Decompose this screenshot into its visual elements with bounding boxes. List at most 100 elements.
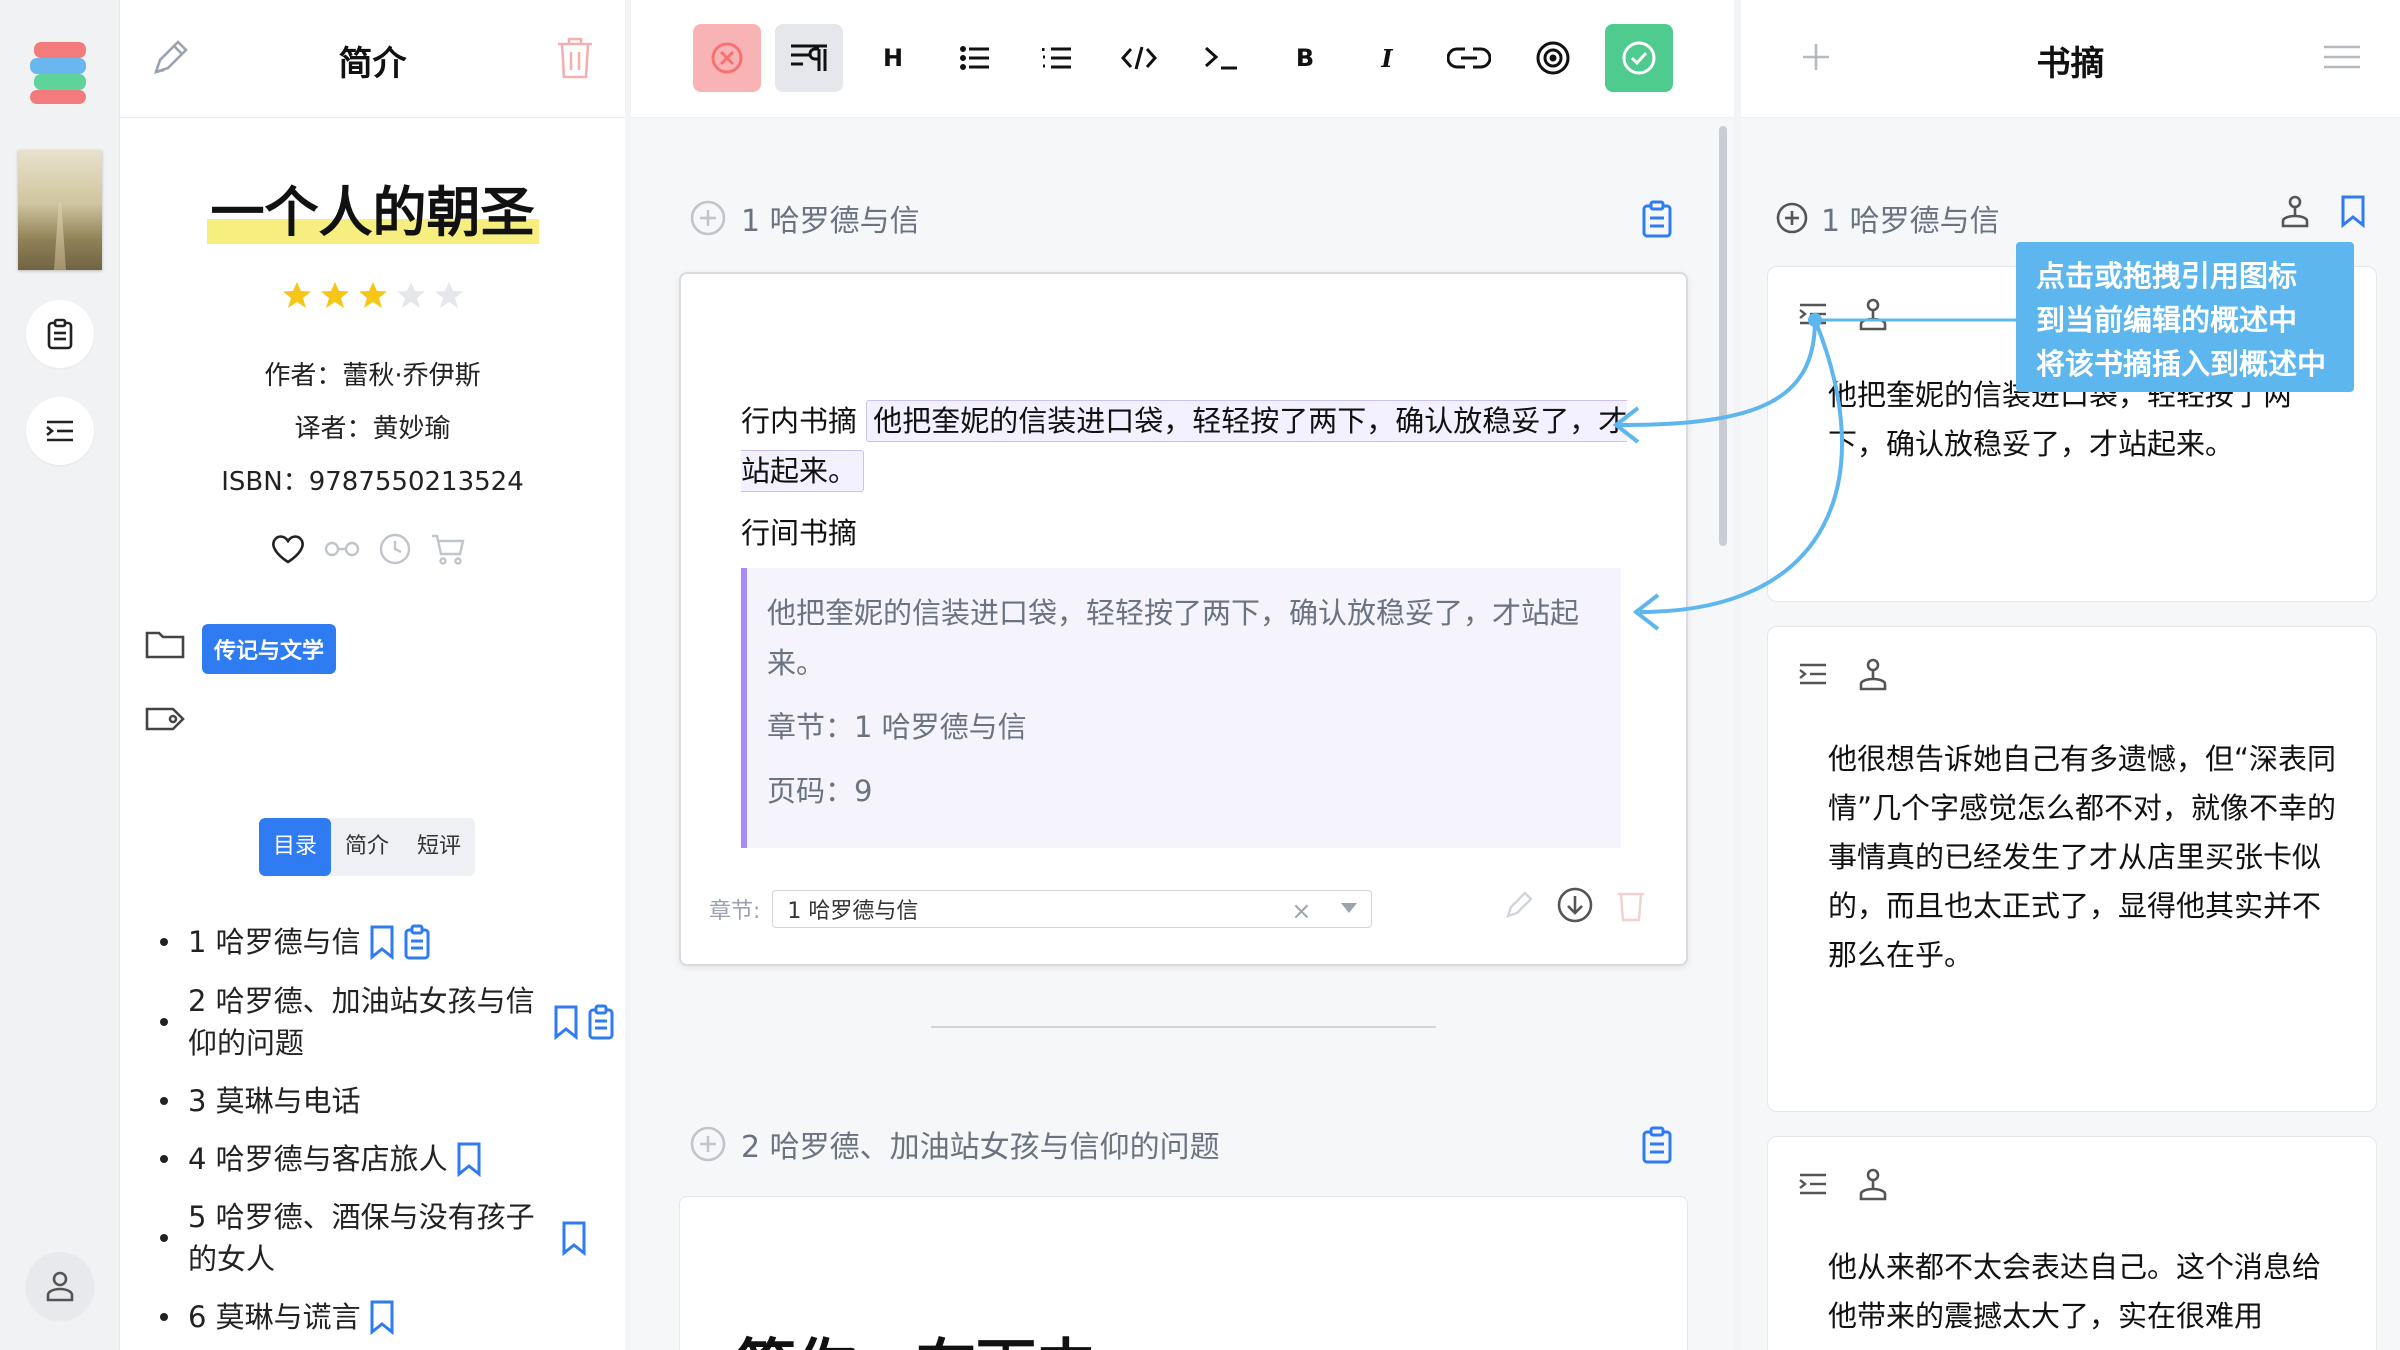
summary-card[interactable]: 等你，在雨中 bbox=[679, 1196, 1688, 1350]
clipboard-icon[interactable] bbox=[1641, 1126, 1673, 1164]
chapter-row: 章节: 1 哈罗德与信 × bbox=[709, 890, 1373, 928]
code-icon bbox=[1121, 45, 1157, 71]
chapter-select[interactable]: 1 哈罗德与信 × bbox=[772, 890, 1373, 928]
user-profile-button[interactable] bbox=[26, 1252, 94, 1320]
quick-actions bbox=[270, 532, 466, 566]
pencil-icon[interactable] bbox=[1504, 890, 1534, 920]
trash-icon[interactable] bbox=[1616, 888, 1646, 922]
editor-toolbar: H B I bbox=[631, 0, 1734, 118]
bookmark-icon[interactable] bbox=[561, 1220, 587, 1256]
excerpt-text: 他很想告诉她自己有多遗憾，但“深表同情”几个字感觉怎么都不对，就像不幸的事情真的… bbox=[1828, 742, 2337, 972]
menu-icon[interactable] bbox=[2324, 44, 2360, 70]
bookmark-icon[interactable] bbox=[553, 1004, 579, 1040]
quote-icon bbox=[45, 419, 75, 443]
star-icon[interactable] bbox=[434, 280, 464, 310]
rating-stars[interactable] bbox=[282, 280, 464, 310]
italic-button[interactable]: I bbox=[1353, 24, 1421, 92]
bold-button[interactable]: B bbox=[1271, 24, 1339, 92]
editor-scrollbar[interactable] bbox=[1719, 126, 1727, 546]
toc-item[interactable]: 3 莫琳与电话 bbox=[155, 1080, 615, 1122]
target-button[interactable] bbox=[1519, 24, 1587, 92]
star-icon[interactable] bbox=[320, 280, 350, 310]
excerpts-title: 书摘 bbox=[2036, 44, 2105, 84]
category-badge[interactable]: 传记与文学 bbox=[202, 624, 337, 674]
section-header: 1 哈罗德与信 bbox=[689, 196, 920, 240]
inline-excerpt-paragraph[interactable]: 行内书摘 他把奎妮的信装进口袋，轻轻按了两下，确认放稳妥了，才站起来。 bbox=[741, 396, 1641, 496]
clipboard-icon[interactable] bbox=[587, 1004, 615, 1040]
excerpt-card[interactable]: 他从来都不太会表达自己。这个消息给他带来的震撼太大了，实在很难用 bbox=[1767, 1136, 2377, 1350]
table-of-contents: 1 哈罗德与信 2 哈罗德、加油站女孩与信仰的问题 3 莫琳与电话 4 哈罗德与… bbox=[155, 920, 615, 1350]
toc-item[interactable]: 4 哈罗德与客店旅人 bbox=[155, 1138, 615, 1180]
confirm-button[interactable] bbox=[1605, 24, 1673, 92]
quote-icon[interactable] bbox=[1798, 302, 1828, 326]
excerpts-nav-button[interactable] bbox=[26, 300, 94, 368]
intro-tabs: 目录 简介 短评 bbox=[259, 818, 476, 876]
code-button[interactable] bbox=[1105, 24, 1173, 92]
bookmark-icon[interactable] bbox=[369, 1299, 395, 1335]
block-excerpt[interactable]: 他把奎妮的信装进口袋，轻轻按了两下，确认放稳妥了，才站起来。 章节：1 哈罗德与… bbox=[741, 568, 1621, 848]
intro-header: 简介 bbox=[120, 0, 625, 118]
anchor-icon[interactable] bbox=[1858, 657, 1888, 691]
toc-item[interactable]: 5 哈罗德、酒保与没有孩子的女人 bbox=[155, 1196, 615, 1280]
section-header: 2 哈罗德、加油站女孩与信仰的问题 bbox=[689, 1122, 1220, 1166]
bullet-list-button[interactable] bbox=[941, 24, 1009, 92]
anchor-icon[interactable] bbox=[2280, 194, 2310, 228]
ordered-list-button[interactable] bbox=[1023, 24, 1091, 92]
bookmark-icon[interactable] bbox=[2340, 194, 2366, 228]
anchor-icon[interactable] bbox=[1858, 297, 1888, 331]
section-divider bbox=[931, 1026, 1436, 1028]
outline-nav-button[interactable] bbox=[26, 397, 94, 465]
app-logo-icon[interactable] bbox=[30, 40, 90, 106]
intro-title: 简介 bbox=[338, 44, 407, 84]
anchor-icon[interactable] bbox=[1858, 1167, 1888, 1201]
summary-editor: H B I 1 哈罗德与信 行内书摘 他把奎妮的信装进口袋，轻轻按了两下，确认放… bbox=[631, 0, 1734, 1350]
glasses-icon[interactable] bbox=[324, 539, 360, 559]
clipboard-icon bbox=[46, 318, 74, 350]
tab-reviews[interactable]: 短评 bbox=[403, 818, 475, 876]
bullet-list-icon bbox=[960, 46, 990, 70]
toc-item[interactable]: 6 莫琳与谎言 bbox=[155, 1296, 615, 1338]
summary-heading: 等你，在雨中 bbox=[736, 1319, 1096, 1350]
drag-hint-tooltip: 点击或拖拽引用图标 到当前编辑的概述中 将该书摘插入到概述中 bbox=[2016, 242, 2354, 392]
block-excerpt-label: 行间书摘 bbox=[741, 516, 858, 550]
summary-edit-card[interactable]: 行内书摘 他把奎妮的信装进口袋，轻轻按了两下，确认放稳妥了，才站起来。 行间书摘… bbox=[679, 272, 1688, 966]
tab-toc[interactable]: 目录 bbox=[259, 818, 332, 876]
plus-circle-icon[interactable] bbox=[1775, 201, 1809, 235]
heart-icon[interactable] bbox=[270, 533, 306, 565]
terminal-button[interactable] bbox=[1187, 24, 1255, 92]
trash-icon[interactable] bbox=[555, 36, 595, 80]
toc-item[interactable]: 1 哈罗德与信 bbox=[155, 920, 615, 964]
book-author: 作者：蕾秋·乔伊斯 bbox=[264, 361, 481, 391]
bookmark-icon[interactable] bbox=[456, 1141, 482, 1177]
chevron-down-icon[interactable] bbox=[1341, 903, 1358, 913]
cart-icon[interactable] bbox=[430, 532, 466, 566]
plus-circle-icon[interactable] bbox=[689, 199, 727, 237]
card-actions bbox=[1504, 886, 1646, 924]
book-title: 一个人的朝圣 bbox=[120, 168, 625, 247]
link-button[interactable] bbox=[1435, 24, 1503, 92]
toc-item[interactable]: 2 哈罗德、加油站女孩与信仰的问题 bbox=[155, 980, 615, 1064]
inline-excerpt[interactable]: 他把奎妮的信装进口袋，轻轻按了两下，确认放稳妥了，才站起来。 bbox=[741, 400, 1628, 492]
tag-icon[interactable] bbox=[143, 705, 187, 733]
plus-circle-icon[interactable] bbox=[689, 1125, 727, 1163]
clock-icon[interactable] bbox=[378, 532, 412, 566]
clipboard-icon[interactable] bbox=[1641, 200, 1673, 238]
heading-button[interactable]: H bbox=[859, 24, 927, 92]
paragraph-button[interactable] bbox=[775, 24, 843, 92]
book-cover-thumbnail[interactable] bbox=[18, 150, 102, 270]
tab-summary[interactable]: 简介 bbox=[331, 818, 403, 876]
quote-icon[interactable] bbox=[1798, 1172, 1828, 1196]
bookmark-icon[interactable] bbox=[369, 924, 395, 960]
book-intro-panel: 简介 一个人的朝圣 作者：蕾秋·乔伊斯 译者：黄妙瑜 ISBN：97875502… bbox=[120, 0, 625, 1350]
clipboard-icon[interactable] bbox=[403, 924, 431, 960]
star-icon[interactable] bbox=[358, 280, 388, 310]
folder-icon[interactable] bbox=[145, 628, 185, 660]
clear-icon[interactable]: × bbox=[1291, 897, 1311, 925]
download-icon[interactable] bbox=[1556, 886, 1594, 924]
cancel-button[interactable] bbox=[693, 24, 761, 92]
excerpts-section-header: 1 哈罗德与信 bbox=[1775, 196, 2000, 240]
quote-icon[interactable] bbox=[1798, 662, 1828, 686]
excerpt-card[interactable]: 他很想告诉她自己有多遗憾，但“深表同情”几个字感觉怎么都不对，就像不幸的事情真的… bbox=[1767, 626, 2377, 1112]
star-icon[interactable] bbox=[282, 280, 312, 310]
star-icon[interactable] bbox=[396, 280, 426, 310]
